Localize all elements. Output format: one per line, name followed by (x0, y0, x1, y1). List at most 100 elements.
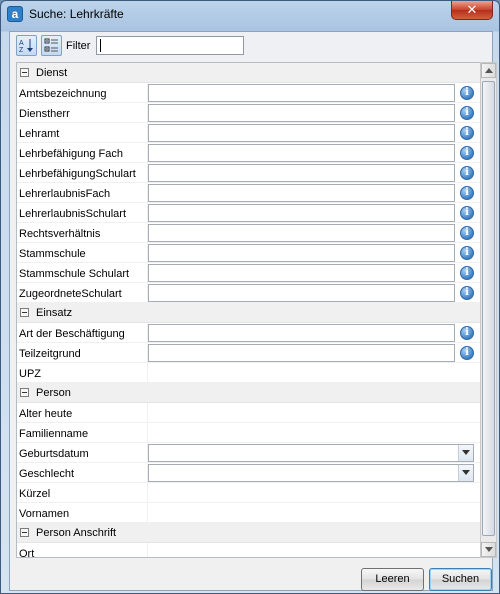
info-icon[interactable]: i (460, 266, 474, 280)
column-divider (147, 543, 148, 557)
info-icon[interactable]: i (460, 246, 474, 260)
toolbar: A Z Filter (10, 32, 492, 60)
chevron-down-icon[interactable] (458, 465, 473, 481)
category-label: Person (36, 387, 71, 399)
scroll-up-arrow-icon[interactable] (481, 63, 496, 78)
info-icon[interactable]: i (460, 166, 474, 180)
property-row: Amtsbezeichnung i (17, 83, 480, 103)
property-row: Teilzeitgrund i (17, 343, 480, 363)
property-label: Familienname (19, 428, 89, 440)
info-icon[interactable]: i (460, 146, 474, 160)
info-icon[interactable]: i (460, 186, 474, 200)
title-bar[interactable]: a Suche: Lehrkräfte ✕ (1, 1, 499, 27)
property-label: Stammschule (19, 248, 86, 260)
property-label: LehrbefähigungSchulart (19, 168, 136, 180)
search-dialog: a Suche: Lehrkräfte ✕ A Z Filter Dienst … (0, 0, 500, 594)
chevron-down-icon[interactable] (458, 445, 473, 461)
property-text-field[interactable] (148, 224, 455, 242)
property-label: Art der Beschäftigung (19, 328, 125, 340)
property-row: Dienstherr i (17, 103, 480, 123)
info-icon[interactable]: i (460, 226, 474, 240)
scroll-thumb[interactable] (482, 81, 495, 536)
property-label: UPZ (19, 368, 41, 380)
info-icon[interactable]: i (460, 126, 474, 140)
vertical-scrollbar[interactable] (480, 62, 497, 558)
property-label: Amtsbezeichnung (19, 88, 107, 100)
filter-input[interactable] (96, 36, 244, 55)
property-row: LehrerlaubnisFach i (17, 183, 480, 203)
property-label: Alter heute (19, 408, 73, 420)
property-row: UPZ (17, 363, 480, 383)
window-title: Suche: Lehrkräfte (29, 7, 124, 21)
property-text-field[interactable] (148, 264, 455, 282)
info-icon[interactable]: i (460, 346, 474, 360)
reset-button[interactable]: Leeren (361, 568, 424, 591)
property-row: Geburtsdatum (17, 443, 480, 463)
sort-alphabetical-icon: A Z (19, 39, 33, 53)
property-dropdown[interactable] (148, 464, 474, 482)
property-row: Geschlecht (17, 463, 480, 483)
property-dropdown[interactable] (148, 444, 474, 462)
property-label: Lehrbefähigung Fach (19, 148, 123, 160)
close-icon: ✕ (466, 2, 478, 17)
scroll-down-arrow-icon[interactable] (481, 542, 496, 557)
column-divider (147, 483, 148, 503)
property-row: ZugeordneteSchulart i (17, 283, 480, 303)
property-text-field[interactable] (148, 344, 455, 362)
property-label: ZugeordneteSchulart (19, 288, 122, 300)
collapse-icon[interactable] (20, 528, 29, 537)
category-row[interactable]: Person (17, 383, 480, 403)
property-row: Alter heute (17, 403, 480, 423)
property-text-field[interactable] (148, 184, 455, 202)
property-text-field[interactable] (148, 84, 455, 102)
property-label: Lehramt (19, 128, 60, 140)
category-row[interactable]: Dienst (17, 63, 480, 83)
property-row: Rechtsverhältnis i (17, 223, 480, 243)
property-row: Stammschule Schulart i (17, 263, 480, 283)
categorized-view-button[interactable] (41, 35, 62, 56)
text-caret (100, 39, 101, 52)
property-label: Ort (19, 548, 35, 558)
property-text-field[interactable] (148, 324, 455, 342)
property-text-field[interactable] (148, 244, 455, 262)
sort-alphabetical-button[interactable]: A Z (16, 35, 37, 56)
category-row[interactable]: Einsatz (17, 303, 480, 323)
property-label: Dienstherr (19, 108, 70, 120)
property-row: Art der Beschäftigung i (17, 323, 480, 343)
info-icon[interactable]: i (460, 326, 474, 340)
search-button[interactable]: Suchen (429, 568, 492, 591)
close-button[interactable]: ✕ (451, 1, 493, 20)
info-icon[interactable]: i (460, 286, 474, 300)
property-row: Ort (17, 543, 480, 558)
property-text-field[interactable] (148, 164, 455, 182)
property-label: Teilzeitgrund (19, 348, 81, 360)
property-grid: Dienst Amtsbezeichnung i Dienstherr i Lehramt… (16, 62, 481, 558)
property-row: Lehramt i (17, 123, 480, 143)
categorized-view-icon (44, 38, 58, 52)
property-text-field[interactable] (148, 104, 455, 122)
app-icon: a (7, 6, 23, 22)
column-divider (147, 403, 148, 423)
filter-label: Filter (66, 40, 91, 52)
info-icon[interactable]: i (460, 106, 474, 120)
property-label: Geschlecht (19, 468, 75, 480)
info-icon[interactable]: i (460, 86, 474, 100)
collapse-icon[interactable] (20, 68, 29, 77)
dialog-content: A Z Filter Dienst Amtsbezeichnung i Dien… (9, 31, 497, 591)
collapse-icon[interactable] (20, 388, 29, 397)
info-icon[interactable]: i (460, 206, 474, 220)
category-row[interactable]: Person Anschrift (17, 523, 480, 543)
property-row: Vornamen (17, 503, 480, 523)
property-row: LehrbefähigungSchulart i (17, 163, 480, 183)
collapse-icon[interactable] (20, 308, 29, 317)
property-row: Familienname (17, 423, 480, 443)
property-text-field[interactable] (148, 284, 455, 302)
property-label: Kürzel (19, 488, 51, 500)
property-label: Stammschule Schulart (19, 268, 130, 280)
property-text-field[interactable] (148, 144, 455, 162)
property-row: Kürzel (17, 483, 480, 503)
property-text-field[interactable] (148, 204, 455, 222)
property-text-field[interactable] (148, 124, 455, 142)
property-label: LehrerlaubnisSchulart (19, 208, 127, 220)
property-label: Rechtsverhältnis (19, 228, 101, 240)
